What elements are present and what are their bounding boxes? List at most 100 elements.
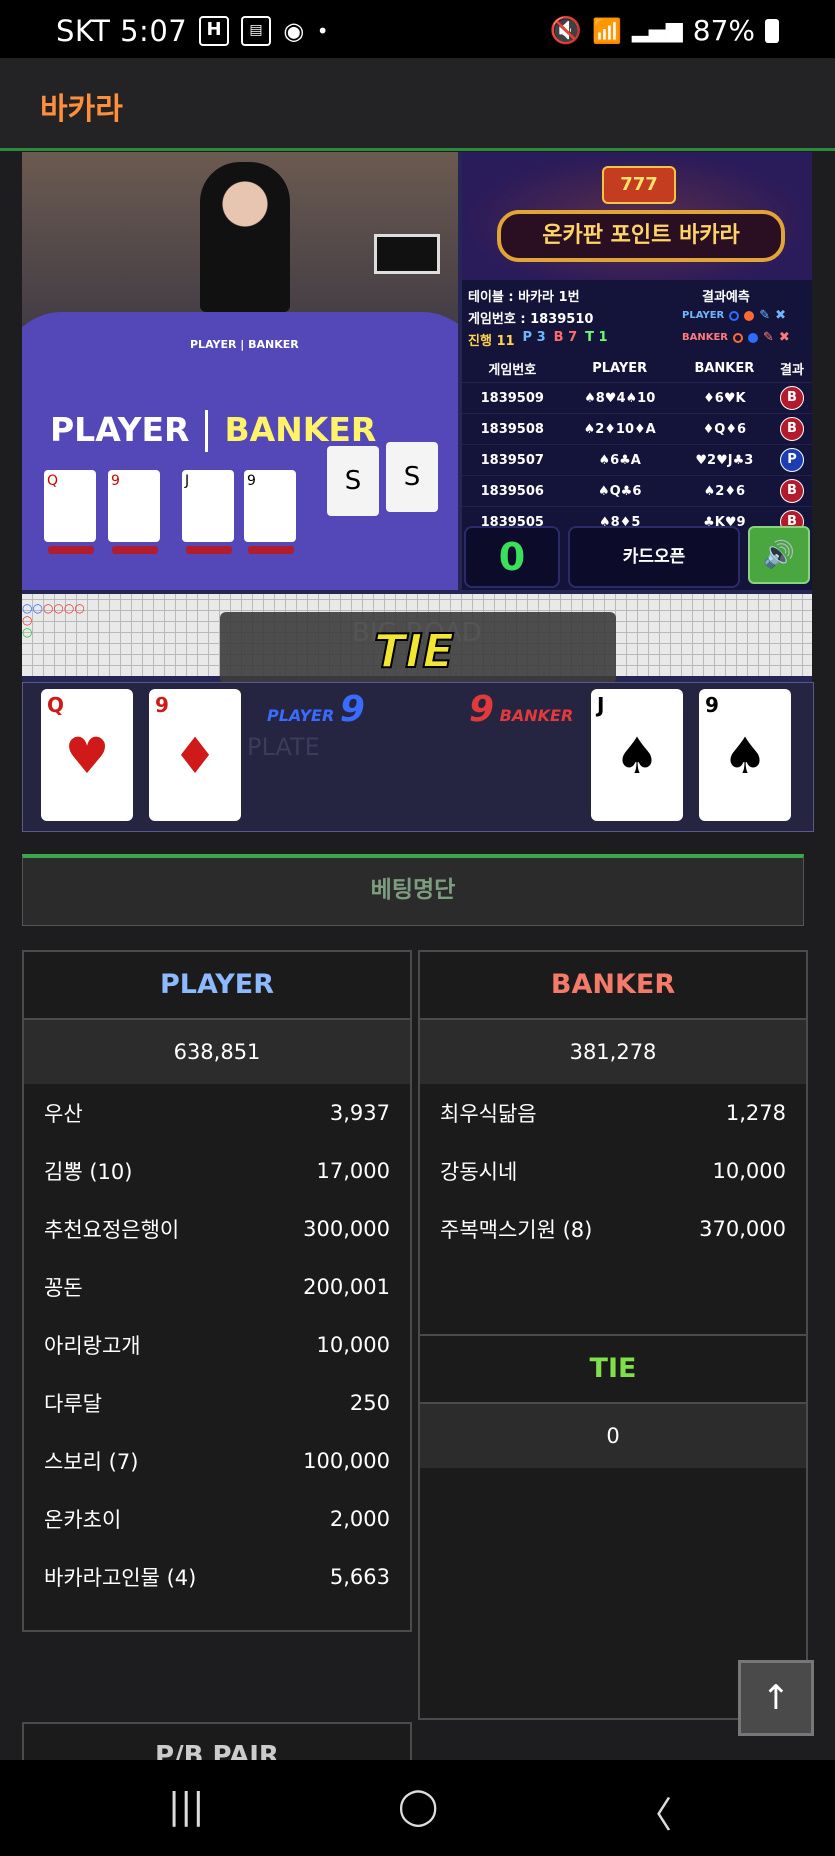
- bet-row: 꽁돈 200,001: [24, 1258, 410, 1316]
- result-badge: B: [779, 479, 804, 503]
- deck-card: S: [327, 446, 379, 516]
- history-row: 1839508 ♠2♦10♦A ♦Q♦6 B: [462, 413, 812, 445]
- mute-icon: 🔇: [549, 15, 583, 46]
- card-rank: Q: [47, 693, 65, 717]
- status-left: SKT 5:07 H ▤ ◉ •: [56, 14, 329, 48]
- table-info: 테이블 : 바카라 1번 게임번호 : 1839510 진행 11 P 3 B …: [462, 282, 812, 350]
- bet-amount: 10,000: [316, 1333, 390, 1357]
- tie-total: 0: [420, 1404, 806, 1468]
- history-row: 1839507 ♠6♣A ♥2♥J♣3 P: [462, 444, 812, 476]
- countdown-display: 0: [464, 526, 560, 588]
- predict-banker-row[interactable]: BANKER ✎ ✖: [682, 330, 790, 345]
- player-wins: P 3: [522, 330, 546, 345]
- app-bar: 바카라: [0, 58, 835, 151]
- app-notification-icon: ◉: [283, 17, 305, 45]
- wifi-icon: 📶: [592, 16, 622, 45]
- predict-player-row[interactable]: PLAYER ✎ ✖: [682, 308, 786, 323]
- orange-dot-icon[interactable]: [744, 310, 755, 321]
- player-total: 638,851: [24, 1020, 410, 1084]
- back-button[interactable]: 〈: [636, 1786, 672, 1838]
- video-table-label: PLAYER | BANKER: [190, 338, 299, 351]
- history-result: P: [771, 444, 812, 476]
- history-player: ♠8♥4♠10: [562, 382, 677, 414]
- status-bar: SKT 5:07 H ▤ ◉ • 🔇 📶 ▂▄▆ 87%: [0, 0, 835, 58]
- video-player-label: PLAYER: [50, 410, 190, 449]
- sound-toggle-icon[interactable]: 🔊: [748, 526, 810, 584]
- tie-count: T 1: [585, 330, 608, 345]
- reveal-player-label: PLAYER: [267, 706, 335, 725]
- bet-amount: 2,000: [329, 1507, 390, 1531]
- history-result: B: [771, 382, 812, 414]
- history-player: ♠2♦10♦A: [562, 413, 677, 445]
- side-panel: 777 온카판 포인트 바카라 테이블 : 바카라 1번 게임번호 : 1839…: [462, 152, 812, 590]
- history-player: ♠Q♣6: [562, 475, 677, 507]
- banner-title: 온카판 포인트 바카라: [497, 210, 785, 262]
- video-card: 9: [108, 470, 160, 542]
- bettor-name: 바카라고인물 (4): [44, 1566, 197, 1590]
- card-rank: 9: [705, 693, 719, 717]
- bet-list-title: 베팅명단: [370, 877, 456, 903]
- bettor-name: 다루달: [44, 1392, 102, 1416]
- banker-card-2: 9 ♠: [699, 689, 791, 821]
- history-game: 1839506: [462, 475, 563, 507]
- slot-machine-graphic: 777: [602, 166, 676, 204]
- reveal-ghost-plate: PLATE: [247, 733, 320, 761]
- card-open-button[interactable]: 카드오픈: [568, 526, 740, 588]
- history-header-banker: BANKER: [694, 360, 755, 376]
- history-header-result: 결과: [780, 362, 804, 378]
- system-nav-bar: ||| ◯ 〈: [0, 1760, 835, 1856]
- predict-label: 결과예측: [702, 290, 750, 305]
- banker-wins: B 7: [553, 330, 578, 345]
- bettor-name: 최우식닮음: [440, 1102, 537, 1126]
- history-table: 게임번호 PLAYER BANKER 결과 1839509 ♠8♥4♠10 ♦6…: [462, 354, 812, 537]
- card-suit: ♠: [722, 727, 768, 785]
- blue-dot-icon[interactable]: [748, 332, 759, 343]
- close-icon[interactable]: ✖: [779, 330, 790, 345]
- live-video: PLAYER | BANKER PLAYER BANKER Q 9 J 9 S …: [22, 152, 458, 590]
- bet-list-header: 베팅명단: [22, 854, 804, 926]
- result-badge: B: [779, 417, 804, 441]
- history-result: B: [771, 475, 812, 507]
- pencil-icon[interactable]: ✎: [763, 330, 774, 345]
- history-row: 1839509 ♠8♥4♠10 ♦6♥K B: [462, 382, 812, 414]
- tie-panel-title: TIE: [420, 1336, 806, 1404]
- deck-card: S: [386, 442, 438, 512]
- bet-amount: 3,937: [329, 1101, 390, 1125]
- bet-row: 아리랑고개 10,000: [24, 1316, 410, 1374]
- card-rank: 9: [155, 693, 169, 717]
- video-card: Q: [44, 470, 96, 542]
- progress-stats: 진행 11 P 3 B 7 T 1: [468, 330, 608, 349]
- bet-row: 주복맥스기원 (8) 370,000: [420, 1200, 806, 1258]
- bet-row: 강동시네 10,000: [420, 1142, 806, 1200]
- pencil-icon[interactable]: ✎: [759, 308, 770, 323]
- bettor-name: 꽁돈: [44, 1276, 83, 1300]
- close-icon[interactable]: ✖: [775, 308, 786, 323]
- card-suit: ♦: [172, 727, 218, 785]
- bet-row: 바카라고인물 (4) 5,663: [24, 1548, 410, 1606]
- banker-score: 9: [469, 689, 495, 730]
- red-circle-icon[interactable]: [733, 332, 744, 343]
- promo-banner: 777 온카판 포인트 바카라: [462, 152, 812, 280]
- history-result: B: [771, 413, 812, 445]
- card-tray: [48, 546, 94, 554]
- predict-banker-label: BANKER: [682, 332, 729, 343]
- banker-panel-title: BANKER: [420, 952, 806, 1020]
- bet-row: 우산 3,937: [24, 1084, 410, 1142]
- bet-amount: 1,278: [725, 1101, 786, 1125]
- bettor-name: 우산: [44, 1102, 83, 1126]
- bet-amount: 10,000: [712, 1159, 786, 1183]
- bet-row: 추천요정은행이 300,000: [24, 1200, 410, 1258]
- bet-row: 다루달 250: [24, 1374, 410, 1432]
- bettor-name: 스보리 (7): [44, 1450, 139, 1474]
- home-button[interactable]: ◯: [398, 1786, 438, 1827]
- banker-score-label: 9 BANKER: [469, 689, 573, 730]
- scroll-top-button[interactable]: ↑: [738, 1660, 814, 1736]
- blue-circle-icon[interactable]: [729, 310, 740, 321]
- recent-apps-button[interactable]: |||: [168, 1786, 204, 1827]
- calendar-icon: ▤: [241, 16, 272, 46]
- result-banner: TIE: [373, 623, 455, 679]
- bettor-name: 강동시네: [440, 1160, 518, 1184]
- bet-amount: 200,001: [303, 1275, 390, 1299]
- side-controls: 0 카드오픈 🔊: [462, 526, 812, 588]
- table-name: 테이블 : 바카라 1번: [468, 290, 580, 305]
